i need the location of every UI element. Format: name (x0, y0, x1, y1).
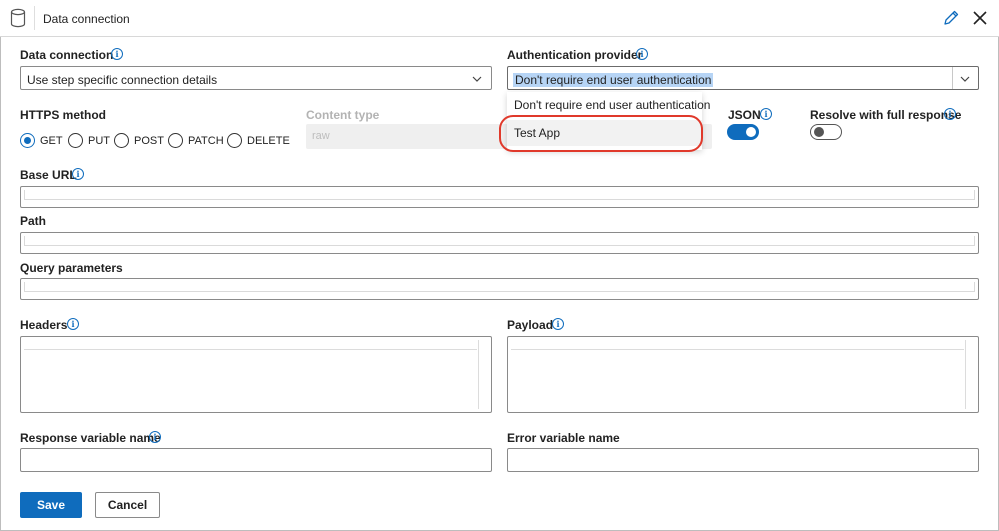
info-icon[interactable]: i (72, 168, 84, 180)
json-toggle[interactable] (727, 124, 759, 140)
info-icon[interactable]: i (111, 48, 123, 60)
content-type-label: Content type (306, 108, 380, 122)
headers-label: Headers (20, 318, 68, 332)
chevron-down-icon (960, 76, 970, 82)
resolve-label: Resolve with full response (810, 108, 962, 122)
radio-patch-label: PATCH (188, 135, 224, 147)
radio-get[interactable] (20, 133, 35, 148)
error-var-label: Error variable name (507, 431, 620, 445)
data-connection-select[interactable]: Use step specific connection details (20, 66, 492, 90)
base-url-input[interactable] (20, 186, 979, 208)
radio-patch[interactable] (168, 133, 183, 148)
error-var-input[interactable] (507, 448, 979, 472)
textarea-inner (511, 340, 964, 350)
auth-provider-select[interactable]: Don't require end user authentication (507, 66, 979, 90)
textarea-scrollbar[interactable] (478, 340, 488, 409)
query-params-label: Query parameters (20, 261, 123, 275)
auth-provider-label: Authentication provider (507, 48, 643, 62)
info-icon[interactable]: i (760, 108, 772, 120)
header-divider (34, 6, 35, 30)
input-inner (24, 236, 975, 246)
radio-get-label: GET (40, 135, 63, 147)
auth-provider-chevron-box[interactable] (952, 67, 978, 89)
content-type-value: raw (312, 130, 330, 142)
pencil-icon[interactable] (942, 9, 960, 27)
close-icon[interactable] (971, 9, 989, 27)
auth-provider-value-wrap: Don't require end user authentication (513, 73, 714, 87)
https-method-label: HTTPS method (20, 108, 106, 122)
payload-textarea[interactable] (507, 336, 979, 413)
data-connection-label: Data connection (20, 48, 114, 62)
radio-delete[interactable] (227, 133, 242, 148)
radio-post-label: POST (134, 135, 164, 147)
data-connection-value: Use step specific connection details (27, 73, 218, 87)
response-var-label: Response variable name (20, 431, 161, 445)
cancel-button[interactable]: Cancel (95, 492, 160, 518)
resolve-toggle[interactable] (810, 124, 842, 140)
radio-put[interactable] (68, 133, 83, 148)
base-url-label: Base URL (20, 168, 77, 182)
info-icon[interactable]: i (636, 48, 648, 60)
info-icon[interactable]: i (552, 318, 564, 330)
dialog-header: Data connection (0, 0, 999, 37)
path-label: Path (20, 214, 47, 228)
query-params-input[interactable] (20, 278, 979, 300)
payload-label: Payload (507, 318, 554, 332)
database-icon (10, 8, 26, 28)
input-inner (24, 282, 975, 292)
radio-put-label: PUT (88, 135, 110, 147)
textarea-inner (24, 340, 477, 350)
chevron-down-icon (472, 76, 482, 82)
info-icon[interactable]: i (944, 108, 956, 120)
radio-post[interactable] (114, 133, 129, 148)
input-inner (24, 190, 975, 200)
dialog-title: Data connection (43, 12, 130, 26)
headers-textarea[interactable] (20, 336, 492, 413)
info-icon[interactable]: i (149, 431, 161, 443)
save-button[interactable]: Save (20, 492, 82, 518)
path-input[interactable] (20, 232, 979, 254)
info-icon[interactable]: i (67, 318, 79, 330)
json-label: JSON (728, 108, 761, 122)
radio-delete-label: DELETE (247, 135, 290, 147)
auth-provider-value: Don't require end user authentication (513, 73, 714, 87)
highlight-ring (499, 115, 703, 152)
response-var-input[interactable] (20, 448, 492, 472)
textarea-scrollbar[interactable] (965, 340, 975, 409)
